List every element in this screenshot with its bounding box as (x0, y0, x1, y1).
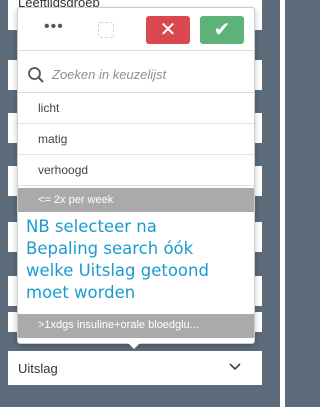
search-icon (28, 67, 44, 83)
dropdown-toolbar: ••• ✕ ✔ (18, 8, 254, 51)
note-line: NB selecteer na (26, 217, 157, 236)
more-options-button[interactable]: ••• (44, 19, 64, 35)
close-icon: ✕ (159, 19, 177, 41)
note-line: Bepaling search óók (26, 239, 194, 258)
annotation-note: NB selecteer na Bepaling search óók welk… (24, 214, 248, 314)
note-line: welke Uitslag getoond (26, 261, 209, 280)
list-item-selected[interactable]: <= 2x per week (18, 188, 254, 212)
list-item[interactable]: >1xdgs insuline+orale bloedglu... (18, 314, 254, 338)
uitslag-label: Uitslag (18, 361, 58, 376)
list-item[interactable]: licht (18, 93, 254, 124)
search-box[interactable]: Zoeken in keuzelijst (18, 58, 254, 93)
dropdown-popup: ••• ✕ ✔ Zoeken in keuzelijst licht matig… (17, 7, 255, 344)
uitslag-select[interactable]: Uitslag (8, 351, 262, 385)
window-edge (280, 0, 285, 407)
cancel-button[interactable]: ✕ (146, 16, 190, 44)
list-item-label: matig (38, 132, 68, 146)
disabled-settings-icon (98, 22, 114, 38)
list-item-label: <= 2x per week (38, 194, 114, 206)
list-item-label: licht (38, 101, 60, 115)
list-item-label: >1xdgs insuline+orale bloedglu... (38, 319, 199, 331)
search-input[interactable]: Zoeken in keuzelijst (52, 67, 166, 82)
dropdown-pointer (127, 342, 141, 349)
list-item[interactable]: matig (18, 124, 254, 155)
note-line: moet worden (26, 283, 136, 302)
list-item[interactable]: verhoogd (18, 155, 254, 186)
check-icon: ✔ (213, 19, 231, 41)
chevron-down-icon (229, 363, 241, 371)
list-item-label: verhoogd (38, 163, 89, 177)
confirm-button[interactable]: ✔ (200, 16, 244, 44)
